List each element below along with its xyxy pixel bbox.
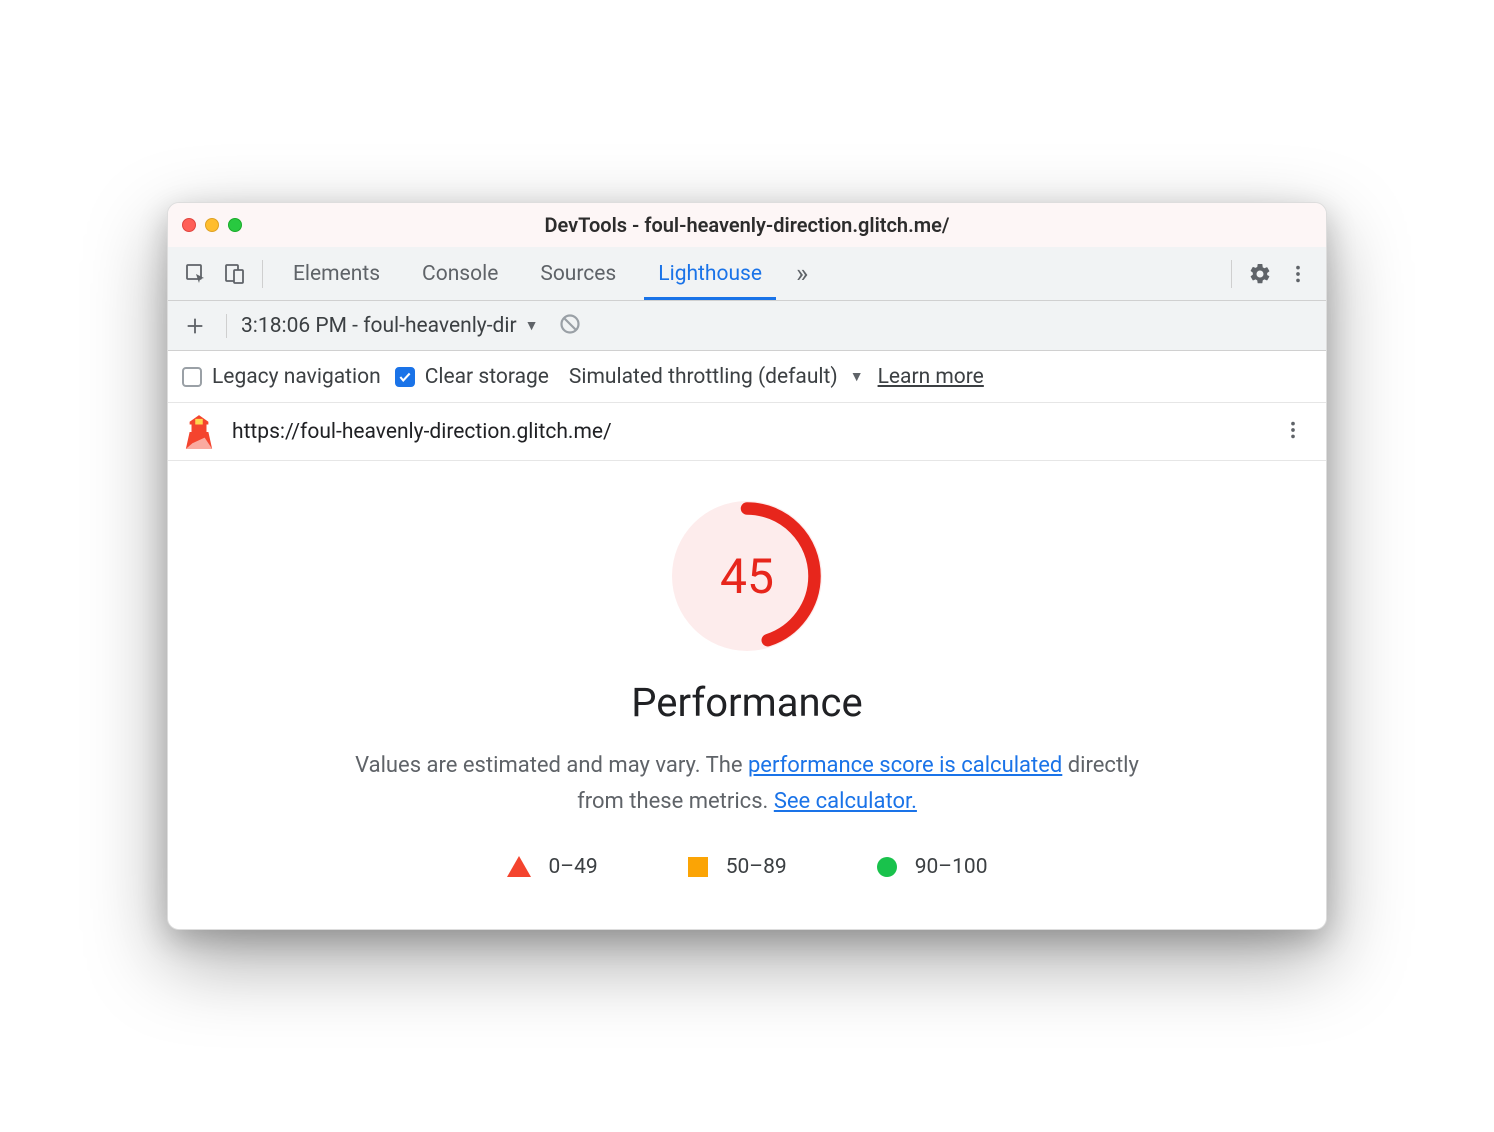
tab-console[interactable]: Console	[402, 247, 518, 300]
titlebar: DevTools - foul-heavenly-direction.glitc…	[168, 203, 1326, 247]
legend-label: 0–49	[549, 855, 598, 879]
legend-pass: 90–100	[877, 855, 988, 879]
divider	[226, 314, 227, 338]
lighthouse-icon	[184, 415, 214, 449]
chevron-right-icon: »	[796, 259, 808, 289]
tab-label: Lighthouse	[658, 262, 762, 286]
circle-icon	[877, 857, 897, 877]
chevron-down-icon: ▼	[525, 317, 539, 334]
lighthouse-options: Legacy navigation Clear storage Simulate…	[168, 351, 1326, 403]
square-icon	[688, 857, 708, 877]
divider	[262, 260, 263, 288]
more-options-button[interactable]	[1280, 256, 1316, 292]
performance-description: Values are estimated and may vary. The p…	[337, 748, 1157, 818]
checkbox-checked-icon[interactable]	[395, 367, 415, 387]
gear-icon	[1248, 262, 1272, 286]
minimize-window-button[interactable]	[205, 218, 219, 232]
performance-title: Performance	[248, 679, 1246, 726]
device-toolbar-icon[interactable]	[216, 256, 252, 292]
traffic-lights	[182, 218, 242, 232]
devtools-tabstrip: Elements Console Sources Lighthouse »	[168, 247, 1326, 301]
performance-score: 45	[672, 501, 822, 651]
settings-button[interactable]	[1242, 256, 1278, 292]
maximize-window-button[interactable]	[228, 218, 242, 232]
tab-label: Elements	[293, 262, 380, 286]
lighthouse-report: 45 Performance Values are estimated and …	[168, 461, 1326, 928]
checkbox-unchecked-icon[interactable]	[182, 367, 202, 387]
legacy-navigation-option[interactable]: Legacy navigation	[182, 365, 381, 389]
learn-more-link[interactable]: Learn more	[878, 365, 984, 389]
legend-label: 50–89	[726, 855, 787, 879]
lighthouse-toolbar: 3:18:06 PM - foul-heavenly-dir ▼	[168, 301, 1326, 351]
tab-label: Console	[422, 262, 498, 286]
plus-icon	[184, 315, 206, 337]
more-tabs-button[interactable]: »	[784, 259, 820, 289]
option-label: Clear storage	[425, 365, 549, 389]
throttling-selector[interactable]: Simulated throttling (default) ▼	[569, 365, 864, 389]
desc-text: Values are estimated and may vary. The	[355, 753, 748, 778]
clear-storage-option[interactable]: Clear storage	[395, 365, 549, 389]
tab-elements[interactable]: Elements	[273, 247, 400, 300]
legend-fail: 0–49	[507, 855, 598, 879]
report-selector-label: 3:18:06 PM - foul-heavenly-dir	[241, 314, 517, 338]
prohibit-icon	[558, 312, 582, 336]
divider	[1231, 260, 1232, 288]
window-title: DevTools - foul-heavenly-direction.glitc…	[544, 213, 949, 237]
clear-report-button[interactable]	[558, 312, 582, 340]
tab-sources[interactable]: Sources	[520, 247, 636, 300]
see-calculator-link[interactable]: See calculator.	[774, 789, 917, 814]
tab-lighthouse[interactable]: Lighthouse	[638, 247, 782, 300]
devtools-window: DevTools - foul-heavenly-direction.glitc…	[167, 202, 1327, 929]
score-legend: 0–49 50–89 90–100	[248, 855, 1246, 879]
report-selector[interactable]: 3:18:06 PM - foul-heavenly-dir ▼	[241, 314, 538, 338]
inspect-element-icon[interactable]	[178, 256, 214, 292]
score-calculated-link[interactable]: performance score is calculated	[748, 753, 1062, 778]
kebab-icon	[1282, 419, 1304, 441]
option-label: Legacy navigation	[212, 365, 381, 389]
tab-label: Sources	[540, 262, 616, 286]
new-report-button[interactable]	[178, 309, 212, 343]
close-window-button[interactable]	[182, 218, 196, 232]
report-url: https://foul-heavenly-direction.glitch.m…	[232, 420, 1258, 444]
chevron-down-icon: ▼	[850, 368, 864, 385]
legend-label: 90–100	[915, 855, 988, 879]
legend-average: 50–89	[688, 855, 787, 879]
triangle-icon	[507, 856, 531, 877]
throttling-label: Simulated throttling (default)	[569, 365, 838, 389]
report-menu-button[interactable]	[1276, 413, 1310, 451]
report-url-row: https://foul-heavenly-direction.glitch.m…	[168, 403, 1326, 461]
kebab-icon	[1287, 263, 1309, 285]
performance-gauge[interactable]: 45	[248, 501, 1246, 651]
